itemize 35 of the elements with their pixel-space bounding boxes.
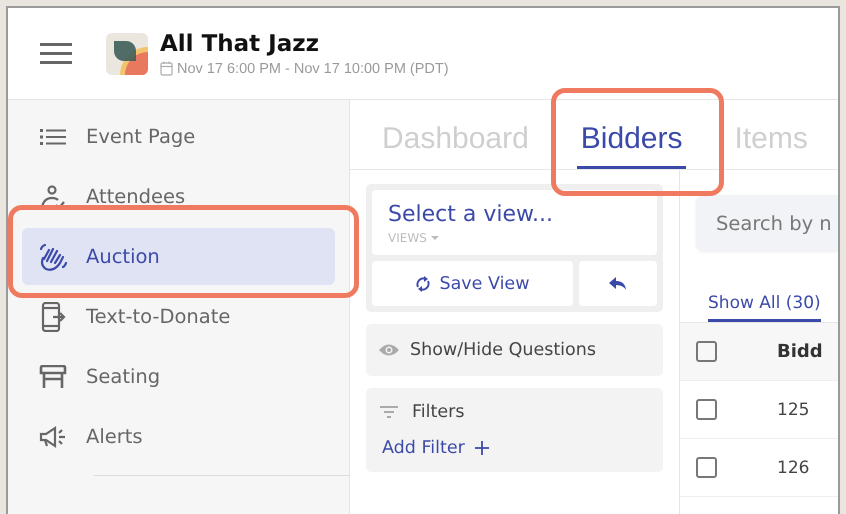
menu-icon[interactable] (40, 42, 72, 64)
checkbox[interactable] (696, 457, 717, 478)
event-logo (106, 32, 148, 74)
refresh-icon (415, 274, 432, 292)
tab[interactable]: Bidders (576, 122, 686, 169)
hand-icon (38, 242, 68, 270)
checkbox[interactable] (696, 399, 717, 420)
column-header: Bidd (777, 341, 823, 362)
sidebar-item[interactable]: Alerts (22, 408, 335, 465)
caret-icon (430, 236, 439, 240)
search-field[interactable]: Search by n (696, 195, 838, 251)
filter-icon (380, 406, 398, 418)
sidebar-item[interactable]: Text-to-Donate (22, 288, 335, 345)
calendar-icon (160, 61, 173, 76)
view-selector[interactable]: Select a view... VIEWS (372, 190, 657, 255)
list-icon (38, 128, 68, 146)
undo-button[interactable] (579, 261, 657, 306)
filters-label: Filters (412, 402, 464, 422)
eye-icon (378, 343, 400, 357)
table-cell: 126 (777, 458, 810, 478)
plus-icon (474, 441, 489, 455)
megaphone-icon (38, 424, 68, 448)
sidebar-item[interactable]: Auction (22, 228, 335, 285)
event-date: Nov 17 6:00 PM - Nov 17 10:00 PM (PDT) (177, 60, 449, 76)
checkbox[interactable] (696, 341, 717, 362)
sidebar-item[interactable]: Event Page (22, 108, 335, 165)
save-view-button[interactable]: Save View (372, 261, 573, 306)
event-title: All That Jazz (160, 30, 320, 56)
add-filter-link[interactable]: Add Filter (380, 438, 489, 458)
table-cell: 125 (777, 400, 810, 420)
table-icon (38, 364, 68, 388)
show-hide-questions-button[interactable]: Show/Hide Questions (366, 324, 663, 376)
sidebar-item[interactable]: Attendees (22, 168, 335, 225)
sidebar-item[interactable]: Seating (22, 348, 335, 405)
reply-arrow-icon (609, 276, 627, 290)
